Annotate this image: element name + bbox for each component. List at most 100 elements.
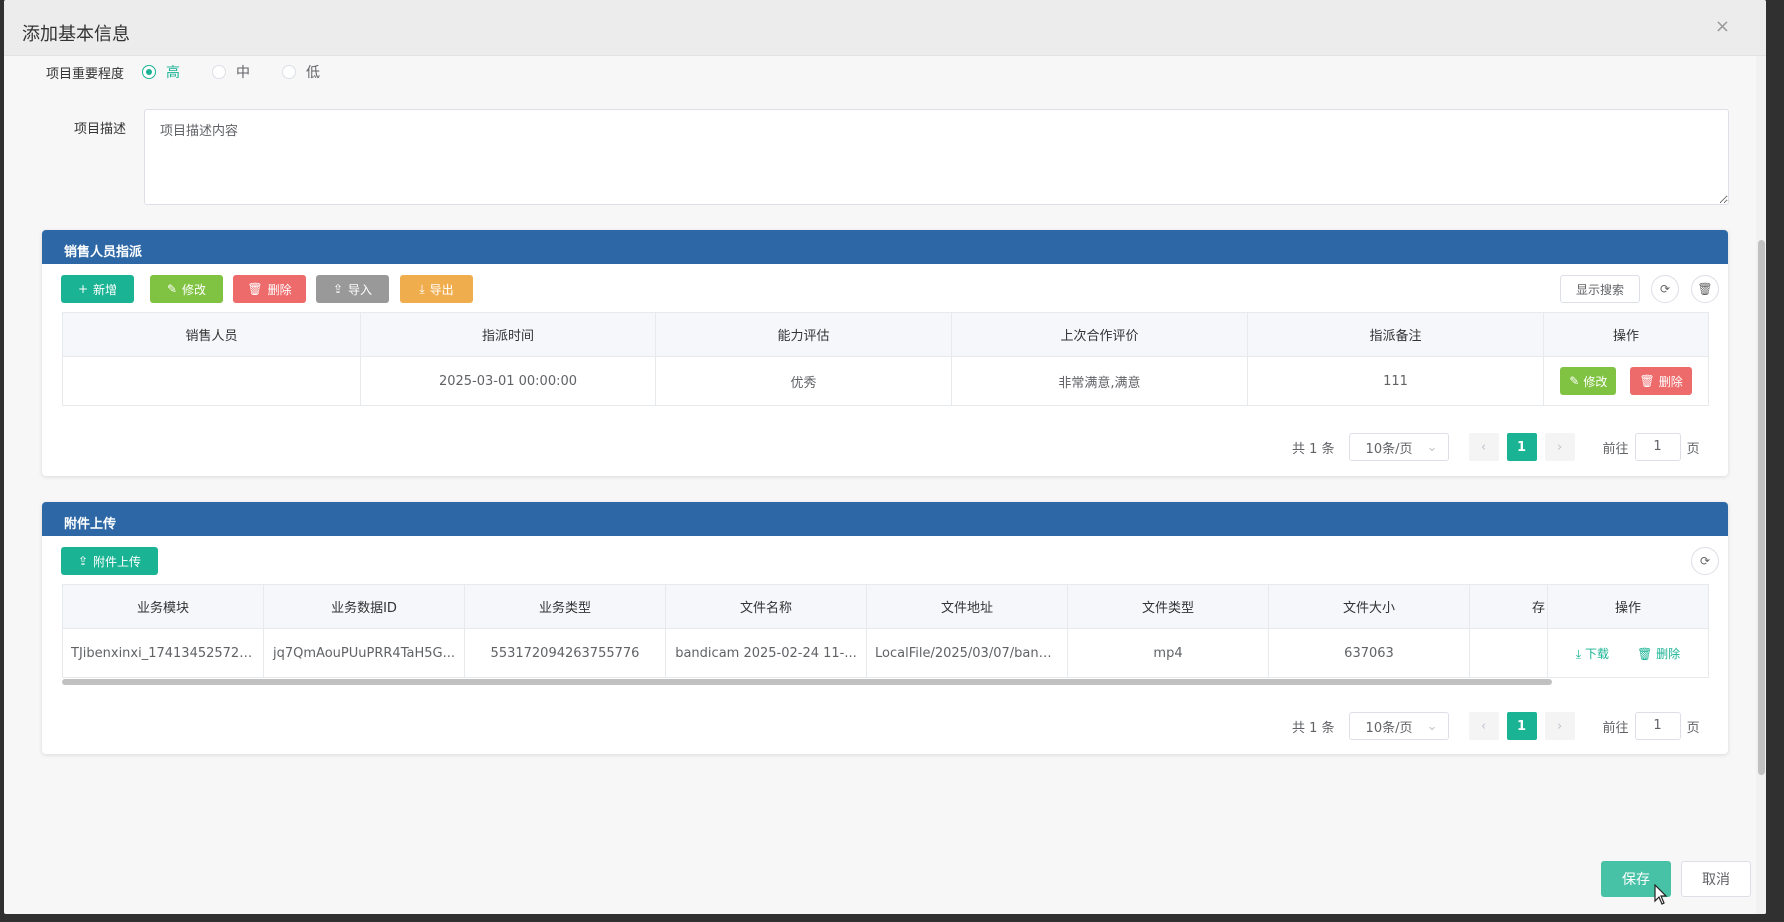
importance-option-high[interactable]: 高 [142, 62, 180, 82]
download-label: 下载 [1584, 646, 1609, 661]
download-icon: ⤓ [419, 281, 425, 296]
add-button[interactable]: + 新增 [61, 275, 134, 303]
ability-cell: 优秀 [655, 356, 952, 406]
salesperson-cell [62, 356, 361, 406]
column-header[interactable]: 业务类型 [464, 584, 666, 629]
storage-cell [1469, 628, 1548, 678]
column-header[interactable]: 指派备注 [1247, 312, 1544, 357]
refresh-icon[interactable]: ⟳ [1691, 547, 1719, 575]
row-edit-button[interactable]: ✎ 修改 [1560, 367, 1617, 395]
sales-pagination: 共 1 条 10条/页 ⌄ ‹ 1 › 前往 1 页 [1292, 433, 1700, 461]
total-count: 共 1 条 [1292, 441, 1335, 457]
importance-option-medium[interactable]: 中 [212, 62, 250, 82]
page-unit-label: 页 [1686, 441, 1700, 457]
column-header[interactable]: 文件名称 [665, 584, 867, 629]
show-search-button[interactable]: 显示搜索 [1560, 275, 1640, 303]
delete-button[interactable]: 🗑 删除 [233, 275, 306, 303]
page-size-value: 10条/页 [1365, 720, 1413, 736]
dialog-header: 添加基本信息 × [4, 0, 1766, 56]
column-header[interactable]: 销售人员 [62, 312, 361, 357]
table-horizontal-scrollbar[interactable] [62, 679, 1552, 685]
upload-icon: ⇪ [332, 282, 344, 296]
page-number-current[interactable]: 1 [1506, 712, 1537, 740]
column-header[interactable]: 指派时间 [360, 312, 656, 357]
sales-table: 销售人员 指派时间 能力评估 上次合作评价 指派备注 操作 2025-03-01… [62, 312, 1709, 406]
table-row[interactable]: TJibenxinxi_17413452572031 jq7QmAouPUuPR… [62, 628, 1709, 678]
importance-option-label: 中 [236, 65, 250, 81]
actions-cell: ⤓ 下载 🗑 删除 [1547, 628, 1709, 678]
delete-button-label: 删除 [267, 282, 292, 297]
edit-button-label: 修改 [182, 282, 207, 297]
importance-option-label: 高 [166, 65, 180, 81]
page-size-select[interactable]: 10条/页 ⌄ [1348, 433, 1449, 461]
close-icon[interactable]: × [1715, 18, 1730, 36]
row-edit-label: 修改 [1583, 374, 1608, 389]
column-header: 操作 [1547, 584, 1709, 629]
last-review-cell: 非常满意,满意 [951, 356, 1248, 406]
delete-link[interactable]: 🗑 删除 [1637, 647, 1680, 661]
remark-cell: 111 [1247, 356, 1544, 406]
page-size-select[interactable]: 10条/页 ⌄ [1348, 712, 1449, 740]
importance-label: 项目重要程度 [46, 67, 125, 82]
next-page-icon[interactable]: › [1544, 712, 1575, 740]
goto-page-input[interactable]: 1 [1634, 433, 1681, 461]
table-row[interactable]: 2025-03-01 00:00:00 优秀 非常满意,满意 111 ✎ 修改 🗑… [62, 356, 1709, 406]
attachment-panel: 附件上传 ⇪ 附件上传 ⟳ 业务模块 业务数据ID 业务类型 文件名称 文件地址 … [42, 502, 1728, 754]
upload-attachment-label: 附件上传 [93, 554, 142, 569]
column-header[interactable]: 业务数据ID [263, 584, 465, 629]
assign-time-cell: 2025-03-01 00:00:00 [360, 356, 656, 406]
attachment-pagination: 共 1 条 10条/页 ⌄ ‹ 1 › 前往 1 页 [1292, 712, 1700, 740]
prev-page-icon[interactable]: ‹ [1468, 712, 1499, 740]
column-header[interactable]: 业务模块 [62, 584, 264, 629]
file-size-cell: 637063 [1268, 628, 1470, 678]
radio-unchecked-icon [212, 65, 226, 79]
trash-icon: 🗑 [1639, 374, 1655, 388]
edit-button[interactable]: ✎ 修改 [150, 275, 223, 303]
dialog-scrollbar-thumb[interactable] [1758, 240, 1765, 775]
importance-radio-group: 高 中 低 [142, 62, 350, 82]
column-header[interactable]: 上次合作评价 [951, 312, 1248, 357]
add-basic-info-dialog: 添加基本信息 × 项目重要程度 高 中 低 项目描述 项目描述内容 销售人员指派… [4, 0, 1766, 914]
column-header[interactable]: 存 [1469, 584, 1548, 629]
row-delete-button[interactable]: 🗑 删除 [1630, 367, 1692, 395]
importance-option-low[interactable]: 低 [282, 62, 320, 82]
prev-page-icon[interactable]: ‹ [1468, 433, 1499, 461]
pencil-icon: ✎ [166, 282, 178, 296]
total-count: 共 1 条 [1292, 720, 1335, 736]
column-header[interactable]: 文件类型 [1067, 584, 1269, 629]
trash-column-icon[interactable]: 🗑 [1691, 275, 1719, 303]
chevron-down-icon: ⌄ [1426, 439, 1438, 455]
import-button[interactable]: ⇪ 导入 [316, 275, 389, 303]
panel-title: 销售人员指派 [42, 230, 1728, 264]
importance-option-label: 低 [306, 65, 320, 81]
description-textarea[interactable]: 项目描述内容 [144, 109, 1729, 205]
import-button-label: 导入 [348, 282, 373, 297]
goto-label: 前往 [1602, 720, 1629, 736]
biz-type-cell: 553172094263755776 [464, 628, 666, 678]
mouse-pointer-icon [1654, 884, 1668, 905]
export-button[interactable]: ⤓ 导出 [400, 275, 473, 303]
description-label: 项目描述 [74, 122, 127, 137]
radio-checked-icon [142, 65, 156, 79]
next-page-icon[interactable]: › [1544, 433, 1575, 461]
export-button-label: 导出 [429, 282, 454, 297]
radio-unchecked-icon [282, 65, 296, 79]
refresh-icon[interactable]: ⟳ [1651, 275, 1679, 303]
column-header[interactable]: 文件地址 [866, 584, 1068, 629]
goto-page-input[interactable]: 1 [1634, 712, 1681, 740]
page-number-current[interactable]: 1 [1506, 433, 1537, 461]
pencil-icon: ✎ [1569, 374, 1580, 388]
cancel-button[interactable]: 取消 [1681, 861, 1751, 897]
file-name-cell: bandicam 2025-02-24 11-... [665, 628, 867, 678]
upload-attachment-button[interactable]: ⇪ 附件上传 [61, 547, 158, 575]
dialog-title: 添加基本信息 [22, 24, 130, 45]
table-header-row: 业务模块 业务数据ID 业务类型 文件名称 文件地址 文件类型 文件大小 存 操… [62, 584, 1709, 629]
download-link[interactable]: ⤓ 下载 [1576, 647, 1609, 661]
delete-label: 删除 [1656, 646, 1681, 661]
column-header[interactable]: 能力评估 [655, 312, 952, 357]
add-button-label: 新增 [93, 282, 118, 297]
file-path-cell: LocalFile/2025/03/07/band... [866, 628, 1068, 678]
page-size-value: 10条/页 [1365, 441, 1413, 457]
column-header[interactable]: 文件大小 [1268, 584, 1470, 629]
page-unit-label: 页 [1686, 720, 1700, 736]
